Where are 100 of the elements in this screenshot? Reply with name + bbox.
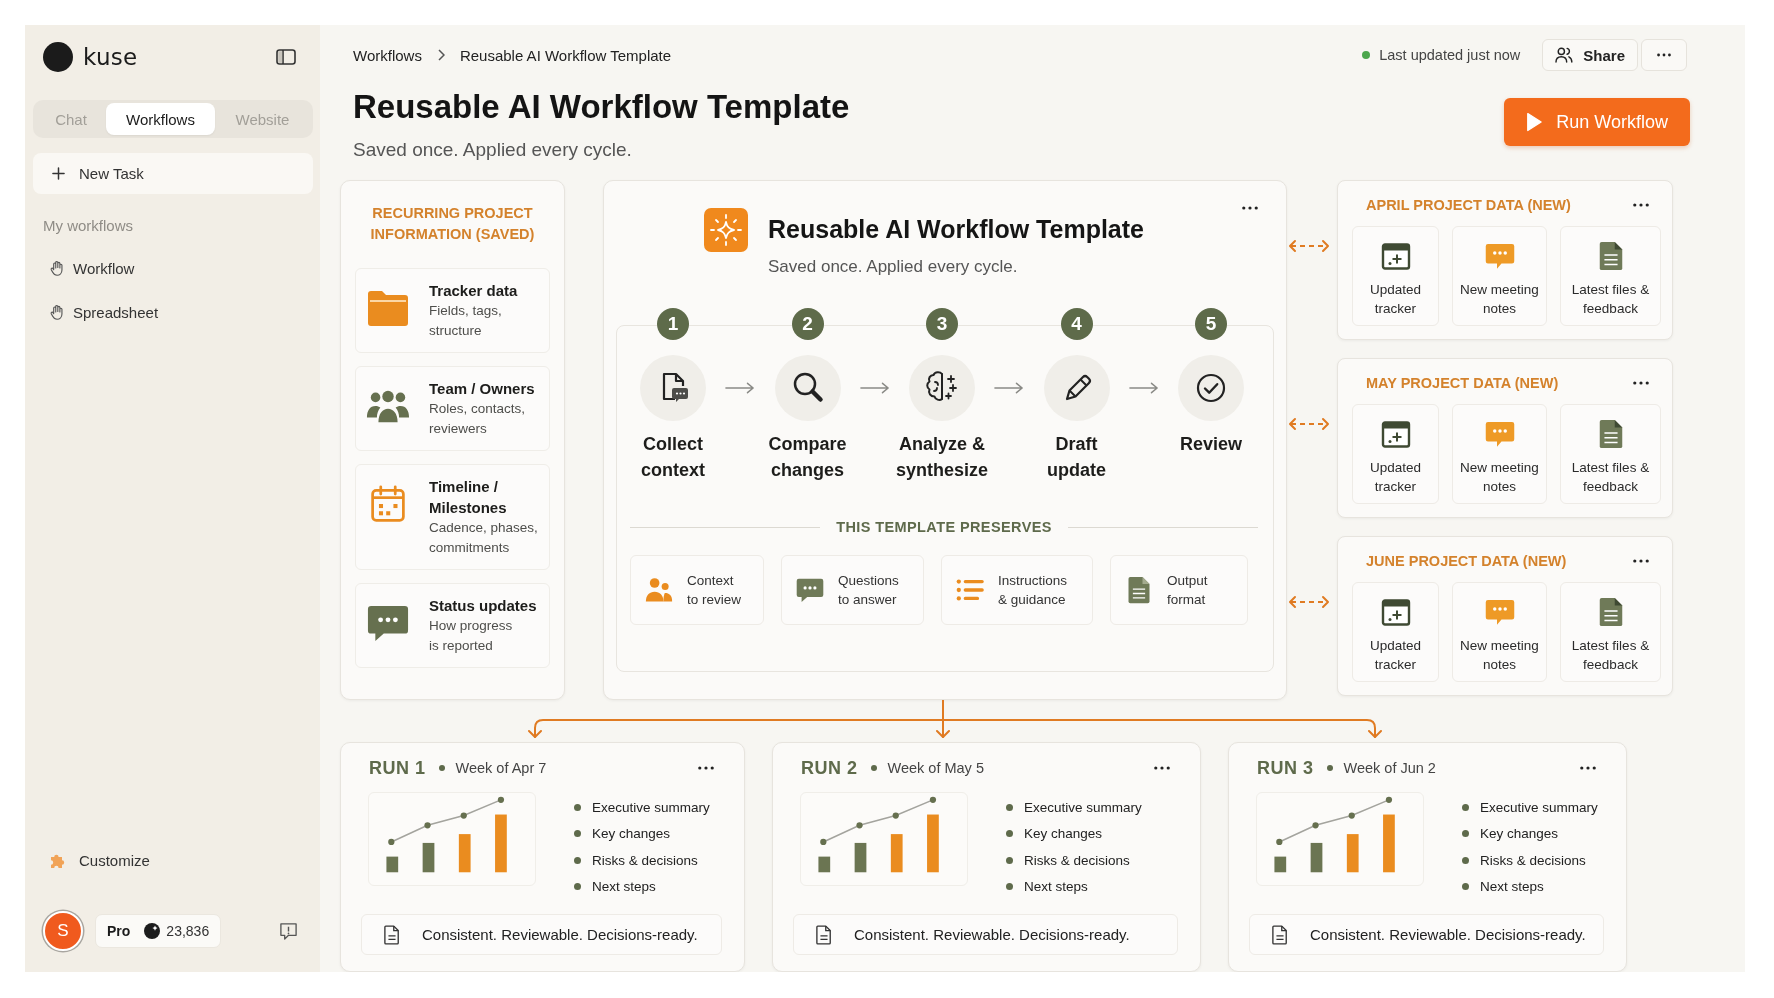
step-label: Collect context [640, 433, 706, 482]
hand-icon [49, 260, 64, 276]
step-number: 3 [926, 308, 958, 340]
run-label: RUN 1 [369, 757, 426, 779]
more-icon[interactable] [1633, 559, 1649, 563]
brand-name: kuse [83, 44, 138, 70]
data-item-label: New meeting notes [1459, 281, 1540, 318]
item-description: Cadence, phases, commitments [429, 519, 539, 557]
logo-icon [43, 42, 73, 72]
section-heading: THIS TEMPLATE PRESERVES [836, 518, 1052, 537]
bullet-dot-icon [1006, 856, 1013, 864]
step-number: 1 [657, 308, 689, 340]
output-item: Executive summary [1480, 799, 1598, 815]
page-title: Reusable AI Workflow Template [353, 87, 850, 127]
status-text: Last updated just now [1379, 47, 1521, 63]
bullet-dot-icon [574, 803, 581, 811]
credit-count: 23,836 [166, 923, 210, 939]
output-item: Key changes [1024, 826, 1103, 842]
plan-label: Pro [107, 923, 131, 939]
output-item: Key changes [1480, 826, 1559, 842]
output-item: Risks & decisions [1480, 852, 1586, 868]
run-summary: Consistent. Reviewable. Decisions-ready. [422, 926, 698, 943]
share-button[interactable]: Share [1542, 39, 1638, 71]
output-item: Next steps [592, 879, 656, 895]
run-date: Week of Apr 7 [455, 760, 547, 776]
feedback-icon[interactable] [279, 921, 298, 941]
output-item: Next steps [1024, 879, 1088, 895]
tab[interactable]: Workflows [106, 103, 215, 135]
run-label: RUN 2 [801, 757, 858, 779]
step-label: Analyze & synthesize [894, 433, 989, 482]
card-heading: APRIL PROJECT DATA (NEW) [1366, 197, 1571, 213]
card-subtitle: Saved once. Applied every cycle. [768, 256, 1019, 278]
output-item: Risks & decisions [592, 852, 698, 868]
check-circle-icon [1178, 355, 1244, 421]
chat-bubble-icon [1484, 597, 1515, 627]
new-task-button[interactable]: New Task [33, 153, 313, 194]
separator-dot-icon [870, 765, 877, 771]
breadcrumb-link[interactable]: Workflows [353, 46, 422, 64]
bullet-dot-icon [574, 830, 581, 838]
preserve-label: Instructions & guidance [998, 572, 1068, 609]
bullet-dot-icon [1462, 883, 1469, 891]
sidebar-toggle-icon[interactable] [276, 49, 296, 65]
card-heading: MAY PROJECT DATA (NEW) [1366, 375, 1559, 391]
item-title: Team / Owners [429, 379, 535, 399]
bullet-dot-icon [1006, 803, 1013, 811]
window-plus-icon [1380, 241, 1411, 271]
more-icon[interactable] [1580, 766, 1596, 770]
item-title: Status updates [429, 596, 537, 616]
arrow-right-icon [725, 381, 756, 395]
chat-bubble-icon [366, 604, 410, 642]
brain-icon [909, 355, 975, 421]
window-plus-icon [1380, 597, 1411, 627]
card-heading: JUNE PROJECT DATA (NEW) [1366, 553, 1567, 569]
data-item-label: Latest files & feedback [1570, 459, 1651, 496]
plan-pill[interactable]: Pro 23,836 [95, 914, 222, 948]
people-icon [645, 576, 673, 604]
section-label: My workflows [42, 216, 134, 236]
more-icon[interactable] [1633, 381, 1649, 385]
double-arrow-icon [1287, 595, 1331, 609]
bullet-dot-icon [1006, 830, 1013, 838]
page-subtitle: Saved once. Applied every cycle. [353, 138, 633, 162]
more-icon[interactable] [1633, 203, 1649, 207]
sparkle-icon [704, 208, 748, 252]
more-icon[interactable] [1154, 766, 1170, 770]
workflow-item[interactable]: Spreadsheet [33, 294, 313, 330]
more-icon[interactable] [1242, 206, 1258, 210]
preserve-label: Questions to answer [838, 572, 899, 609]
item-title: Timeline / Milestones [429, 477, 508, 518]
separator-dot-icon [1326, 765, 1333, 771]
customize-button[interactable]: Customize [33, 842, 313, 878]
run-date: Week of May 5 [887, 760, 984, 776]
run-label: RUN 3 [1257, 757, 1314, 779]
search-icon [774, 355, 841, 421]
card-title: Reusable AI Workflow Template [768, 214, 1144, 244]
bullet-dot-icon [1462, 803, 1469, 811]
more-icon[interactable] [698, 766, 714, 770]
data-item-label: Latest files & feedback [1570, 637, 1651, 674]
arrow-right-icon [859, 381, 890, 395]
bullet-dot-icon [1006, 883, 1013, 891]
run-date: Week of Jun 2 [1343, 760, 1436, 776]
ellipsis-icon [1657, 53, 1671, 57]
data-item-label: New meeting notes [1459, 637, 1540, 674]
run-summary: Consistent. Reviewable. Decisions-ready. [1310, 926, 1586, 943]
workflow-item[interactable]: Workflow [33, 250, 313, 286]
data-item-label: Updated tracker [1368, 459, 1422, 496]
document-icon [384, 924, 400, 945]
data-item-label: Latest files & feedback [1570, 281, 1651, 318]
step-number: 2 [791, 308, 824, 340]
separator-dot-icon [438, 765, 445, 771]
double-arrow-icon [1287, 417, 1331, 431]
output-item: Next steps [1480, 879, 1544, 895]
data-item-label: New meeting notes [1459, 459, 1540, 496]
bullet-dot-icon [574, 856, 581, 864]
step-number: 4 [1060, 308, 1093, 340]
window-plus-icon [1380, 419, 1411, 449]
chat-bubble-icon [1484, 241, 1515, 271]
chat-bubble-icon [1484, 419, 1515, 449]
document-icon [1272, 924, 1288, 945]
credits-icon [144, 923, 161, 939]
breadcrumb-current: Reusable AI Workflow Template [459, 46, 672, 64]
